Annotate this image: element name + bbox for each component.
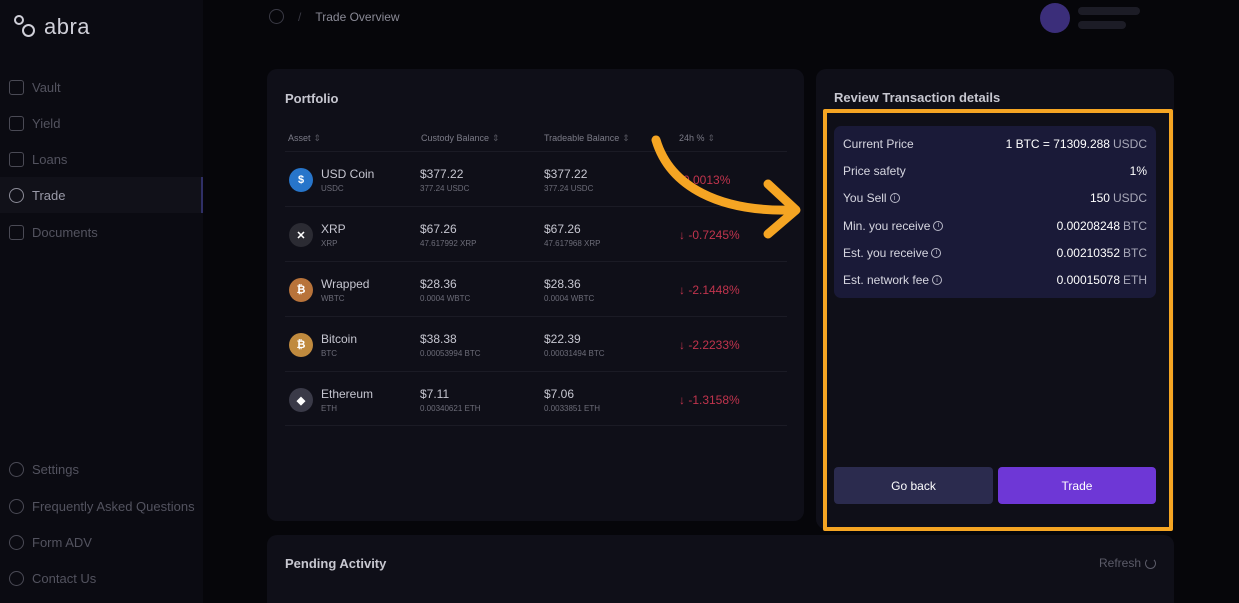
sidebar-item-label: Documents (32, 224, 98, 240)
custody-balance: $377.22 (420, 167, 464, 181)
sidebar: abra Vault Yield Loans Trade Documents Setti… (0, 0, 203, 603)
custody-balance-sub: 0.00340621 ETH (420, 404, 481, 413)
tradeable-balance-sub: 0.0004 WBTC (544, 294, 595, 303)
breadcrumb: / Trade Overview (269, 9, 400, 24)
breadcrumb-separator: / (298, 9, 302, 24)
asset-name: USD Coin (321, 167, 375, 181)
sidebar-item-label: Contact Us (32, 570, 97, 586)
pending-activity-card: Pending Activity (267, 535, 1174, 603)
sidebar-item-vault[interactable]: Vault (0, 69, 203, 105)
sort-icon: ⇕ (492, 133, 500, 143)
sidebar-item-form-adv[interactable]: Form ADV (0, 524, 203, 560)
asset-symbol: BTC (321, 349, 337, 358)
custody-balance-sub: 377.24 USDC (420, 184, 470, 193)
portfolio-title: Portfolio (285, 91, 339, 106)
wbtc-coin-icon: ₿ (289, 278, 313, 302)
table-row[interactable]: ₿ Wrapped WBTC $28.36 0.0004 WBTC $28.36 0.000… (285, 261, 787, 316)
loans-icon (9, 151, 24, 167)
review-title: Review Transaction details (834, 90, 1001, 105)
tradeable-balance: $67.26 (544, 222, 581, 236)
yield-icon (9, 115, 24, 131)
sidebar-item-label: Yield (32, 115, 61, 131)
column-header-custody[interactable]: Custody Balance ⇕ (421, 133, 500, 144)
tradeable-balance: $7.06 (544, 387, 575, 401)
tradeable-balance: $377.22 (544, 167, 588, 181)
asset-symbol: ETH (321, 404, 337, 413)
eth-coin-icon: ◆ (289, 388, 313, 412)
asset-symbol: XRP (321, 239, 338, 248)
custody-balance: $38.38 (420, 332, 457, 346)
tradeable-balance-sub: 0.00031494 BTC (544, 349, 605, 358)
contact-icon (9, 570, 24, 586)
documents-icon (9, 224, 24, 240)
sidebar-item-yield[interactable]: Yield (0, 105, 203, 141)
breadcrumb-current: Trade Overview (315, 9, 400, 24)
avatar[interactable] (1040, 3, 1070, 33)
usdc-coin-icon: $ (289, 168, 313, 192)
column-header-tradeable[interactable]: Tradeable Balance ⇕ (544, 133, 630, 144)
abra-logo[interactable]: abra (14, 14, 90, 40)
refresh-button[interactable]: Refresh (1099, 556, 1157, 570)
faq-icon (9, 498, 24, 514)
sidebar-item-label: Trade (32, 187, 66, 203)
column-header-asset[interactable]: Asset ⇕ (288, 133, 321, 144)
annotation-arrow-icon (651, 135, 801, 239)
sidebar-item-label: Settings (32, 461, 79, 477)
sort-icon: ⇕ (622, 133, 630, 143)
sidebar-item-frequently-asked-questions[interactable]: Frequently Asked Questions (0, 488, 203, 524)
tradeable-balance: $22.39 (544, 332, 581, 346)
pending-title: Pending Activity (285, 556, 387, 571)
asset-name: XRP (321, 222, 346, 236)
tradeable-balance: $28.36 (544, 277, 581, 291)
change-24h: ↓ -2.1448% (679, 283, 740, 297)
asset-name: Bitcoin (321, 332, 358, 346)
abra-logo-icon (14, 15, 36, 39)
custody-balance: $7.11 (420, 387, 450, 401)
btc-coin-icon: ₿ (289, 333, 313, 357)
user-info-placeholder (1078, 7, 1140, 29)
custody-balance-sub: 0.00053994 BTC (420, 349, 481, 358)
sidebar-item-label: Loans (32, 151, 68, 167)
custody-balance: $28.36 (420, 277, 457, 291)
tradeable-balance-sub: 377.24 USDC (544, 184, 594, 193)
vault-icon (9, 79, 24, 95)
sidebar-item-label: Vault (32, 79, 61, 95)
sidebar-item-contact-us[interactable]: Contact Us (0, 560, 203, 596)
highlight-frame (823, 109, 1173, 531)
settings-icon (9, 461, 24, 477)
sidebar-item-settings[interactable]: Settings (0, 451, 203, 487)
logo-text: abra (44, 14, 91, 39)
trade-icon (9, 187, 24, 203)
asset-symbol: USDC (321, 184, 344, 193)
sidebar-item-trade[interactable]: Trade (0, 177, 203, 213)
asset-name: Ethereum (321, 387, 374, 401)
custody-balance: $67.26 (420, 222, 457, 236)
tradeable-balance-sub: 47.617968 XRP (544, 239, 601, 248)
table-row[interactable]: ◆ Ethereum ETH $7.11 0.00340621 ETH $7.06 0.00… (285, 371, 787, 426)
asset-symbol: WBTC (321, 294, 345, 303)
custody-balance-sub: 47.617992 XRP (420, 239, 477, 248)
home-icon[interactable] (269, 9, 284, 24)
tradeable-balance-sub: 0.0033851 ETH (544, 404, 601, 413)
refresh-label: Refresh (1099, 556, 1142, 570)
sidebar-item-label: Frequently Asked Questions (32, 498, 195, 514)
sidebar-item-loans[interactable]: Loans (0, 141, 203, 177)
change-24h: ↓ -2.2233% (679, 338, 740, 352)
custody-balance-sub: 0.0004 WBTC (420, 294, 471, 303)
sidebar-item-label: Form ADV (32, 534, 92, 550)
refresh-icon (1145, 557, 1157, 569)
asset-name: Wrapped (321, 277, 370, 291)
sort-icon: ⇕ (313, 133, 322, 143)
change-24h: ↓ -1.3158% (679, 393, 740, 407)
table-row[interactable]: ₿ Bitcoin BTC $38.38 0.00053994 BTC $22.39 0.0… (285, 316, 787, 371)
sidebar-item-documents[interactable]: Documents (0, 214, 203, 250)
form-icon (9, 534, 24, 550)
user-menu[interactable] (1040, 3, 1140, 33)
xrp-coin-icon: ✕ (289, 223, 313, 247)
